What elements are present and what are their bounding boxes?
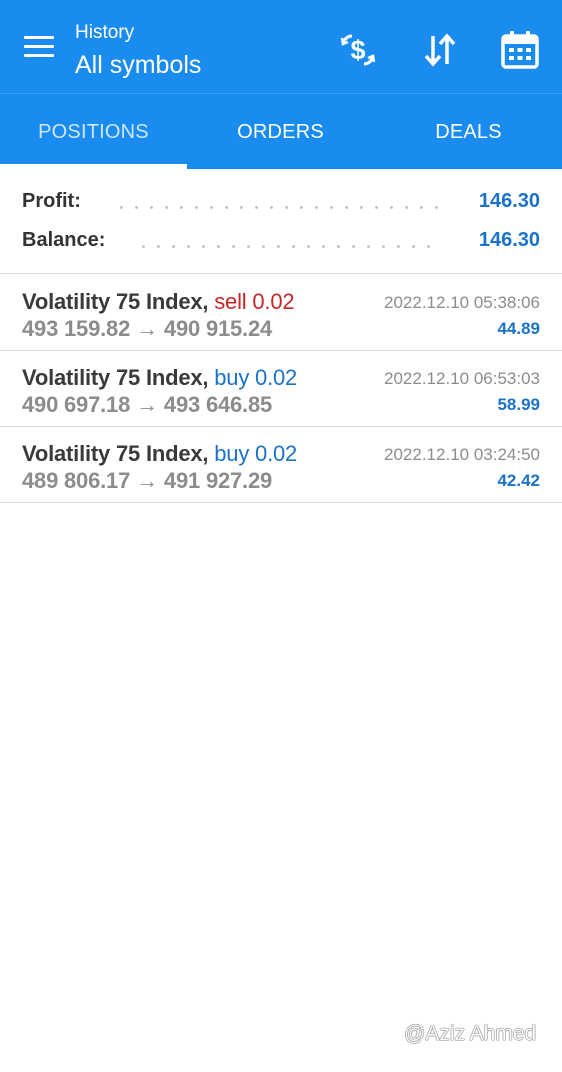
calendar-icon[interactable] bbox=[498, 28, 542, 72]
arrow-right-icon: → bbox=[136, 468, 158, 493]
balance-leader-dots bbox=[136, 245, 442, 248]
position-symbol: Volatility 75 Index, bbox=[22, 441, 209, 466]
position-time: 2022.12.10 05:38:06 bbox=[384, 293, 540, 312]
balance-label: Balance: bbox=[22, 229, 106, 252]
balance-row: Balance: 146.30 bbox=[22, 229, 540, 259]
sort-icon[interactable] bbox=[418, 28, 462, 72]
position-symbol: Volatility 75 Index, bbox=[22, 289, 209, 314]
menu-icon[interactable] bbox=[24, 36, 62, 66]
arrow-right-icon: → bbox=[136, 392, 158, 417]
symbol-selector[interactable]: All symbols bbox=[75, 51, 201, 80]
close-price: 493 646.85 bbox=[163, 392, 273, 417]
app-bar: History All symbols $ bbox=[0, 0, 562, 93]
position-type: buy 0.02 bbox=[214, 365, 298, 390]
svg-text:$: $ bbox=[350, 35, 365, 65]
tab-bar: POSITIONS ORDERS DEALS bbox=[0, 93, 562, 169]
profit-value: 146.30 bbox=[478, 190, 540, 212]
arrow-right-icon: → bbox=[136, 316, 158, 341]
close-price: 491 927.29 bbox=[163, 468, 273, 493]
list-item[interactable]: Volatility 75 Index, buy 0.02 489 806.17… bbox=[0, 427, 562, 503]
tab-orders[interactable]: ORDERS bbox=[187, 94, 374, 170]
open-price: 490 697.18 bbox=[22, 392, 131, 417]
position-profit: 42.42 bbox=[497, 471, 540, 490]
list-item[interactable]: Volatility 75 Index, buy 0.02 490 697.18… bbox=[0, 351, 562, 427]
position-time: 2022.12.10 06:53:03 bbox=[384, 369, 540, 388]
close-price: 490 915.24 bbox=[163, 316, 273, 341]
open-price: 493 159.82 bbox=[22, 316, 131, 341]
balance-value: 146.30 bbox=[478, 229, 540, 251]
currency-exchange-icon[interactable]: $ bbox=[336, 28, 380, 72]
position-profit: 44.89 bbox=[497, 319, 540, 338]
position-symbol: Volatility 75 Index, bbox=[22, 365, 209, 390]
watermark: @Aziz Ahmed bbox=[404, 1022, 537, 1045]
position-time: 2022.12.10 03:24:50 bbox=[384, 445, 540, 464]
position-profit: 58.99 bbox=[497, 395, 540, 414]
position-type: buy 0.02 bbox=[214, 441, 298, 466]
tab-deals[interactable]: DEALS bbox=[375, 94, 562, 170]
header-subtitle: History bbox=[75, 22, 135, 43]
open-price: 489 806.17 bbox=[22, 468, 131, 493]
position-type: sell 0.02 bbox=[214, 289, 295, 314]
list-item[interactable]: Volatility 75 Index, sell 0.02 493 159.8… bbox=[0, 275, 562, 351]
profit-label: Profit: bbox=[22, 190, 81, 213]
profit-leader-dots bbox=[114, 206, 442, 209]
profit-row: Profit: 146.30 bbox=[22, 190, 540, 220]
tab-positions[interactable]: POSITIONS bbox=[0, 94, 187, 170]
summary-panel: Profit: 146.30 Balance: 146.30 bbox=[0, 169, 562, 274]
